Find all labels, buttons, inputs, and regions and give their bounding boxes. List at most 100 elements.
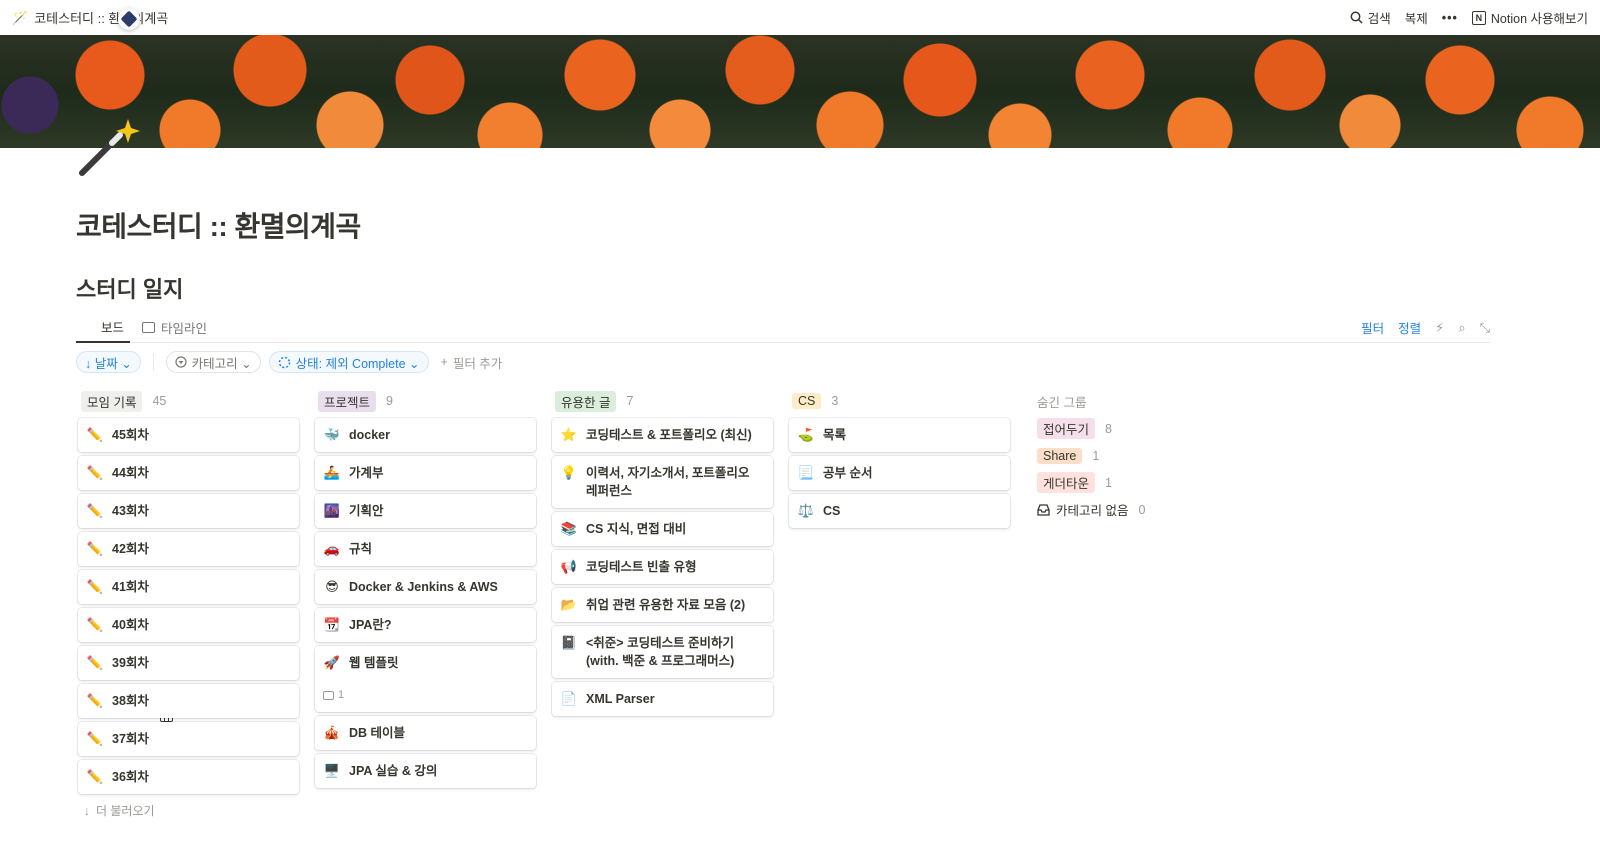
column-header[interactable]: 유용한 글 7: [552, 390, 773, 412]
card-emoji-icon: ⚖️: [797, 503, 815, 518]
card-emoji-icon: 🐳: [323, 427, 341, 442]
hidden-group-count: 8: [1105, 421, 1112, 436]
card-title: 39회차: [112, 656, 149, 670]
board-card[interactable]: 📢 코딩테스트 빈출 유형: [552, 550, 773, 584]
filter-button[interactable]: 필터: [1361, 318, 1384, 337]
hidden-group-count: 1: [1105, 475, 1112, 490]
card-emoji-icon: 😎: [325, 579, 339, 594]
board-card[interactable]: ⛳ 목록: [789, 418, 1010, 452]
more-button[interactable]: •••: [1442, 11, 1458, 25]
board-card[interactable]: 🚗 규칙: [315, 532, 536, 566]
board-card[interactable]: ⭐ 코딩테스트 & 포트폴리오 (최신): [552, 418, 773, 452]
board-card[interactable]: ✏️ 38회차: [78, 684, 299, 718]
board-card[interactable]: 💡 이력서, 자기소개서, 포트폴리오 레퍼런스: [552, 456, 773, 508]
column-count: 9: [386, 394, 393, 408]
extension-badge-icon[interactable]: [118, 8, 140, 30]
board-card[interactable]: 📃 공부 순서: [789, 456, 1010, 490]
card-title: 공부 순서: [823, 466, 873, 480]
board-card[interactable]: 📆 JPA란?: [315, 608, 536, 642]
card-title: 목록: [823, 428, 847, 442]
board-card[interactable]: 📄 XML Parser: [552, 682, 773, 716]
card-emoji-icon: 🚣: [323, 465, 341, 480]
board-card[interactable]: ✏️ 41회차: [78, 570, 299, 604]
arrow-down-icon: ↓: [84, 803, 90, 818]
search-button[interactable]: 검색: [1350, 8, 1391, 27]
column-header[interactable]: 프로젝트 9: [315, 390, 536, 412]
column-header[interactable]: CS 3: [789, 390, 1010, 412]
card-emoji-icon: 📆: [323, 617, 341, 632]
column-count: 7: [626, 394, 634, 408]
board-card[interactable]: 😎 Docker & Jenkins & AWS: [315, 570, 536, 604]
try-notion-button[interactable]: N Notion 사용해보기: [1471, 8, 1588, 27]
hidden-group-item[interactable]: Share 1: [1037, 442, 1237, 469]
db-search-icon[interactable]: ⌕: [1458, 320, 1465, 336]
view-tabs: 보드 타임라인 필터 정렬 ⚡ ⌕ ⤡: [76, 313, 1490, 722]
breadcrumb[interactable]: 🪄 코테스터디 :: 환멸의계곡: [12, 8, 168, 27]
board-card[interactable]: ✏️ 39회차: [78, 646, 299, 680]
tab-board[interactable]: 보드: [76, 313, 173, 722]
board-card[interactable]: ✏️ 37회차: [78, 722, 299, 756]
tab-board-label: 보드: [101, 321, 125, 335]
add-filter-button[interactable]: + 필터 추가: [437, 353, 507, 372]
board-card[interactable]: ✏️ 40회차: [78, 608, 299, 642]
board-card[interactable]: 🖥️ JPA 실습 & 강의: [315, 754, 536, 788]
top-bar: 🪄 코테스터디 :: 환멸의계곡 검색 복제 ••• N Notion 사용해보…: [0, 0, 1600, 35]
board-card[interactable]: 🎪 DB 테이블: [315, 716, 536, 750]
expand-icon[interactable]: ⤡: [1480, 320, 1490, 336]
card-title: 코딩테스트 & 포트폴리오 (최신): [586, 428, 752, 442]
board-card[interactable]: 📚 CS 지식, 면접 대비: [552, 512, 773, 546]
board-card[interactable]: ✏️ 42회차: [78, 532, 299, 566]
magic-wand-icon[interactable]: [76, 115, 146, 185]
inbox-icon: [1037, 503, 1050, 516]
column-tag: 유용한 글: [555, 390, 617, 412]
card-emoji-icon: ✏️: [86, 693, 104, 708]
board-card[interactable]: ✏️ 45회차: [78, 418, 299, 452]
board-card[interactable]: 🚀 웹 템플릿 1: [315, 646, 536, 712]
board-card[interactable]: 🚣 가계부: [315, 456, 536, 490]
board-card[interactable]: 🌆 기획안: [315, 494, 536, 528]
sort-button[interactable]: 정렬: [1398, 318, 1421, 337]
plus-icon: +: [440, 355, 448, 369]
card-emoji-icon: ✏️: [86, 769, 104, 784]
board-card[interactable]: ⚖️ CS: [789, 494, 1010, 528]
try-notion-label: Notion 사용해보기: [1490, 12, 1588, 26]
hidden-group-item[interactable]: 게더타운 1: [1037, 469, 1237, 496]
card-emoji-icon: 🎪: [323, 725, 341, 740]
card-emoji-icon: ✏️: [86, 465, 104, 480]
card-title: JPA 실습 & 강의: [349, 764, 438, 778]
status-filter-chip[interactable]: 상태: 제외 Complete ⌄: [268, 351, 429, 373]
column-header[interactable]: 모임 기록 45: [78, 390, 299, 412]
breadcrumb-title[interactable]: 코테스터디 :: 환멸의계곡: [34, 8, 168, 27]
card-emoji-icon: 📓: [560, 635, 578, 650]
date-sort-chip[interactable]: ↓ 날짜 ⌄: [76, 351, 141, 373]
board-card[interactable]: ✏️ 43회차: [78, 494, 299, 528]
page-title: 코테스터디 :: 환멸의계곡: [76, 211, 361, 242]
board-card[interactable]: 📓 <취준> 코딩테스트 준비하기 (with. 백준 & 프로그래머스): [552, 626, 773, 678]
hidden-groups-title: 숨긴 그룹: [1037, 395, 1087, 410]
hidden-group-count: 1: [1092, 448, 1100, 463]
card-emoji-icon: ⛳: [797, 427, 815, 442]
load-more-button[interactable]: ↓ 더 불러오기: [78, 802, 299, 819]
card-emoji-icon: 🌆: [323, 503, 341, 518]
card-emoji-icon: 📚: [560, 521, 578, 536]
card-emoji-icon: ✏️: [86, 655, 104, 670]
tab-timeline[interactable]: 타임라인: [136, 313, 213, 343]
automation-icon[interactable]: ⚡: [1435, 320, 1444, 336]
hidden-group-item[interactable]: 카테고리 없음 0: [1037, 496, 1237, 523]
card-title: JPA란?: [349, 618, 392, 632]
board-card[interactable]: ✏️ 36회차: [78, 760, 299, 794]
column-count: 3: [831, 394, 839, 408]
column-count: 45: [152, 394, 167, 408]
category-filter-chip[interactable]: 카테고리 ⌄: [165, 351, 261, 373]
card-title: 44회차: [112, 466, 149, 480]
divider: [152, 353, 154, 371]
board-card[interactable]: ✏️ 44회차: [78, 456, 299, 490]
duplicate-button[interactable]: 복제: [1405, 8, 1428, 27]
board-card[interactable]: 🐳 docker: [315, 418, 536, 452]
card-title: 42회차: [112, 542, 149, 556]
duplicate-label: 복제: [1404, 12, 1428, 26]
hidden-group-item[interactable]: 접어두기 8: [1037, 415, 1237, 442]
board-card[interactable]: 📂 취업 관련 유용한 자료 모음 (2): [552, 588, 773, 622]
timeline-icon: [142, 322, 156, 333]
card-title: DB 테이블: [349, 726, 406, 740]
